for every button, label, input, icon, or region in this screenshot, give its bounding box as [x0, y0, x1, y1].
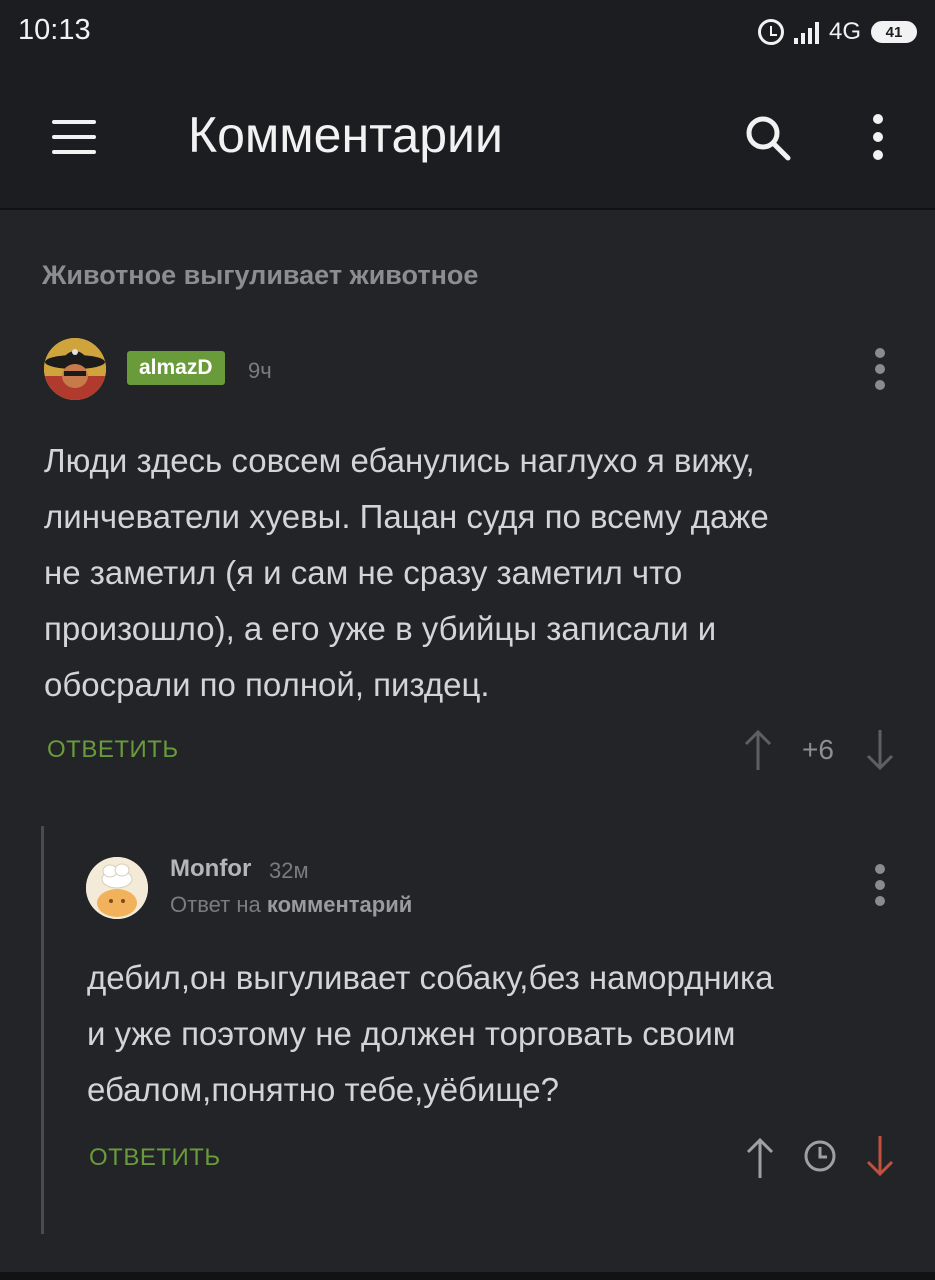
battery-icon: 41: [871, 21, 917, 43]
comment-more-icon[interactable]: [870, 348, 890, 392]
status-icons: 4G 41: [757, 14, 917, 50]
reply-text: дебил,он выгуливает собаку,без намордник…: [87, 959, 774, 1108]
app-bar: Комментарии: [0, 70, 935, 210]
reply-to-prefix: Ответ на: [170, 892, 261, 917]
bottom-divider: [0, 1272, 935, 1280]
reply-avatar[interactable]: [86, 857, 148, 919]
comment-username[interactable]: almazD: [127, 351, 225, 385]
reply-to-link[interactable]: комментарий: [267, 892, 412, 917]
more-vert-icon[interactable]: [866, 112, 890, 162]
reply-reply-button[interactable]: ОТВЕТИТЬ: [89, 1144, 221, 1172]
arrow-up-icon[interactable]: [744, 1136, 776, 1180]
comment-time: 9ч: [248, 358, 272, 383]
post-title[interactable]: Животное выгуливает животное: [42, 260, 478, 291]
clock-icon[interactable]: [802, 1138, 838, 1174]
status-bar: 10:13 4G 41: [0, 0, 935, 70]
comment-score: +6: [802, 734, 834, 765]
arrow-down-icon[interactable]: [864, 728, 896, 772]
reply-more-icon[interactable]: [870, 864, 890, 908]
reply-time: 32м: [269, 858, 309, 883]
page-title: Комментарии: [188, 107, 503, 163]
signal-icon: [793, 20, 819, 44]
alarm-icon: [757, 19, 784, 45]
network-type: 4G: [828, 18, 861, 45]
comment-text: Люди здесь совсем ебанулись наглухо я ви…: [44, 442, 769, 703]
battery-level: 41: [885, 23, 903, 41]
menu-icon[interactable]: [52, 120, 96, 154]
thread-line[interactable]: [41, 826, 44, 1234]
reply-to-line: Ответ на комментарий: [170, 892, 412, 918]
search-icon[interactable]: [744, 114, 792, 162]
avatar[interactable]: [44, 338, 106, 400]
reply-username[interactable]: Monfor: [170, 855, 251, 883]
reply-button[interactable]: ОТВЕТИТЬ: [47, 736, 179, 764]
arrow-up-icon[interactable]: [742, 728, 774, 772]
status-time: 10:13: [18, 14, 91, 46]
arrow-down-icon[interactable]: [864, 1134, 896, 1178]
